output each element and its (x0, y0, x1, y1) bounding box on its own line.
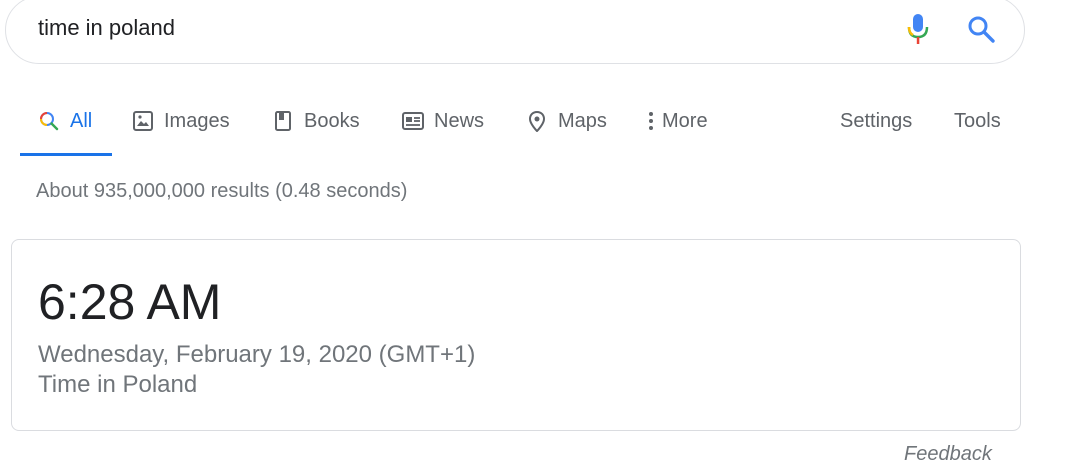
tab-images[interactable]: Images (132, 108, 230, 134)
map-pin-icon (526, 110, 548, 133)
search-icon[interactable] (966, 14, 996, 44)
time-answer-card: 6:28 AM Wednesday, February 19, 2020 (GM… (11, 239, 1021, 431)
search-results-page: All Images Books (0, 0, 1086, 474)
tab-label: All (70, 109, 93, 132)
result-stats: About 935,000,000 results (0.48 seconds) (36, 180, 408, 202)
book-icon (272, 110, 294, 132)
tools-link[interactable]: Tools (954, 108, 1001, 134)
current-date: Wednesday, February 19, 2020 (GMT+1) (38, 341, 476, 368)
image-icon (132, 110, 154, 132)
tab-label: Images (164, 109, 230, 132)
tab-more[interactable]: More (646, 108, 708, 134)
tab-label: News (434, 109, 485, 132)
news-icon (402, 110, 424, 132)
tab-all[interactable]: All (38, 108, 92, 134)
tab-label: Books (304, 109, 360, 132)
tab-maps[interactable]: Maps (526, 108, 607, 134)
feedback-link[interactable]: Feedback (904, 443, 992, 466)
time-location: Time in Poland (38, 371, 198, 398)
tab-news[interactable]: News (402, 108, 484, 134)
search-input[interactable] (38, 13, 858, 43)
search-bar (5, 0, 1025, 64)
tools-label: Tools (954, 109, 1001, 132)
settings-label: Settings (840, 109, 913, 132)
search-icon (38, 110, 60, 132)
more-vertical-icon (646, 110, 656, 132)
tab-label: Maps (558, 109, 607, 132)
tab-books[interactable]: Books (272, 108, 360, 134)
active-tab-indicator (20, 153, 112, 156)
tab-label: More (662, 109, 708, 132)
microphone-icon[interactable] (906, 13, 930, 47)
current-time: 6:28 AM (38, 274, 222, 330)
search-tabs: All Images Books News Maps More Settings… (20, 96, 1020, 158)
settings-link[interactable]: Settings (840, 108, 912, 134)
